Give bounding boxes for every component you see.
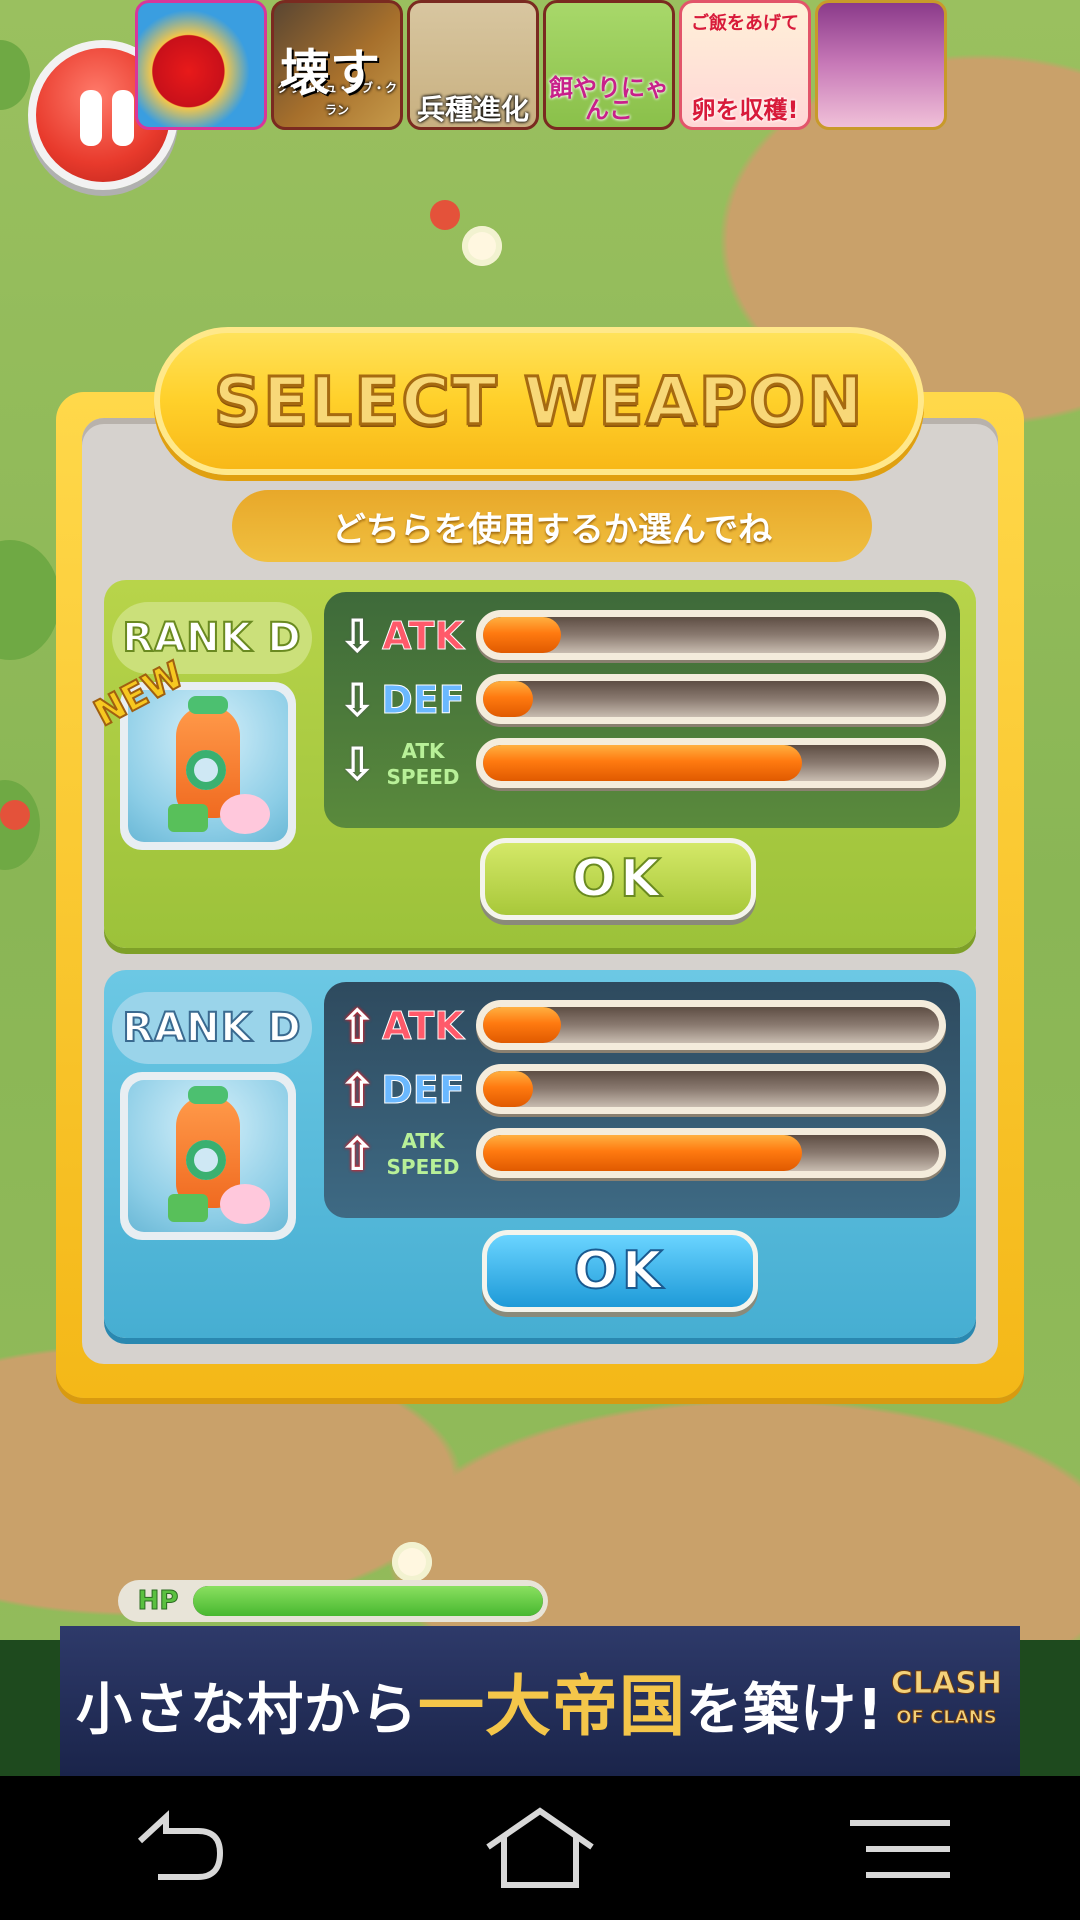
ok-button-current[interactable]: OK	[480, 838, 756, 920]
banner-ad-text: 小さな村から一大帝国を築け!	[76, 1668, 884, 1745]
ad-clash-of-clans[interactable]: 壊す クラッシュ・オブ・クラン	[271, 0, 403, 130]
hp-bar: HP	[118, 1580, 548, 1622]
flower	[430, 200, 460, 230]
pause-icon	[112, 90, 134, 146]
back-button[interactable]	[120, 1803, 240, 1893]
stat-row-atk-speed: ⇩ ATK SPEED	[334, 732, 950, 794]
stat-label-atk-speed: ATK SPEED	[386, 739, 460, 789]
rank-label: RANK D	[112, 602, 312, 674]
home-button[interactable]	[480, 1803, 600, 1893]
ok-button-new[interactable]: OK	[482, 1230, 758, 1312]
arrow-up-icon: ⇧	[338, 999, 377, 1053]
rank-label: RANK D	[112, 992, 312, 1064]
stat-row-atk: ⇧ ATK	[334, 994, 950, 1056]
hp-label: HP	[137, 1586, 179, 1617]
dialog-subtitle: どちらを使用するか選んでね	[232, 490, 872, 562]
stats-panel: ⇩ ATK ⇩ DEF ⇩ ATK SPEED	[324, 592, 960, 828]
weapon-card-new: RANK D ⇧ ATK ⇧ DEF ⇧ ATK SPEED OK	[104, 970, 976, 1338]
stat-bar-atk	[476, 1000, 946, 1050]
pause-icon	[80, 90, 102, 146]
stat-label-def: DEF	[381, 1068, 465, 1113]
dialog-title: SELECT WEAPON	[212, 361, 865, 441]
bush	[0, 540, 60, 660]
stat-row-atk-speed: ⇧ ATK SPEED	[334, 1122, 950, 1184]
ad-heishu-shinka[interactable]: 兵種進化	[407, 0, 539, 130]
ad-top-caption: ご飯をあげて	[691, 13, 799, 34]
flower	[462, 226, 502, 266]
ad-icon-strip: 壊す クラッシュ・オブ・クラン 兵種進化 餌やりにゃんこ ご飯をあげて 卵を収穫…	[135, 0, 947, 134]
stat-bar-atk-speed	[476, 1128, 946, 1178]
arrow-up-icon: ⇧	[338, 1063, 377, 1117]
back-icon	[137, 1810, 224, 1880]
stat-label-atk-speed: ATK SPEED	[386, 1129, 460, 1179]
ad-egg-collect[interactable]: ご飯をあげて 卵を収穫!	[679, 0, 811, 130]
system-nav-bar	[0, 1776, 1080, 1920]
stat-label-atk: ATK	[382, 1004, 465, 1049]
arrow-down-icon: ⇩	[338, 609, 377, 663]
title-banner: SELECT WEAPON	[154, 327, 924, 475]
ad-caption: 卵を収穫!	[691, 96, 799, 124]
weapon-image-frame	[120, 1072, 296, 1240]
ad-caption: 兵種進化	[416, 93, 529, 126]
ad-esayari-nyanko[interactable]: 餌やりにゃんこ	[543, 0, 675, 130]
home-icon	[486, 1807, 594, 1888]
arrow-up-icon: ⇧	[338, 1127, 377, 1181]
stat-bar-def	[476, 1064, 946, 1114]
stats-panel: ⇧ ATK ⇧ DEF ⇧ ATK SPEED	[324, 982, 960, 1218]
banner-ad[interactable]: 小さな村から一大帝国を築け! CLASH OF CLANS	[60, 1626, 1020, 1776]
stat-row-def: ⇩ DEF	[334, 668, 950, 730]
stat-label-def: DEF	[381, 678, 465, 723]
stat-bar-def	[476, 674, 946, 724]
hp-fill	[193, 1586, 543, 1616]
bush	[0, 40, 30, 110]
carrot-weapon-icon	[128, 1080, 288, 1232]
flower	[0, 800, 30, 830]
arrow-down-icon: ⇩	[338, 737, 377, 791]
hp-track	[193, 1586, 543, 1616]
stat-label-atk: ATK	[382, 614, 465, 659]
menu-button[interactable]	[840, 1803, 960, 1893]
ad-caption: 壊す	[280, 44, 380, 102]
stat-bar-atk	[476, 610, 946, 660]
menu-icon	[850, 1820, 950, 1878]
stat-row-atk: ⇩ ATK	[334, 604, 950, 666]
flower	[392, 1542, 432, 1582]
arrow-down-icon: ⇩	[338, 673, 377, 727]
carrot-weapon-icon	[128, 690, 288, 842]
ad-caption: 餌やりにゃんこ	[549, 74, 669, 124]
ad-candy-crush[interactable]	[135, 0, 267, 130]
stat-row-def: ⇧ DEF	[334, 1058, 950, 1120]
weapon-card-current: RANK D NEW ⇩ ATK ⇩ DEF ⇩ ATK SPEED OK	[87, 580, 976, 948]
clash-of-clans-logo: CLASH OF CLANS	[890, 1666, 1002, 1729]
ad-anime-girl[interactable]	[815, 0, 947, 130]
stat-bar-atk-speed	[476, 738, 946, 788]
